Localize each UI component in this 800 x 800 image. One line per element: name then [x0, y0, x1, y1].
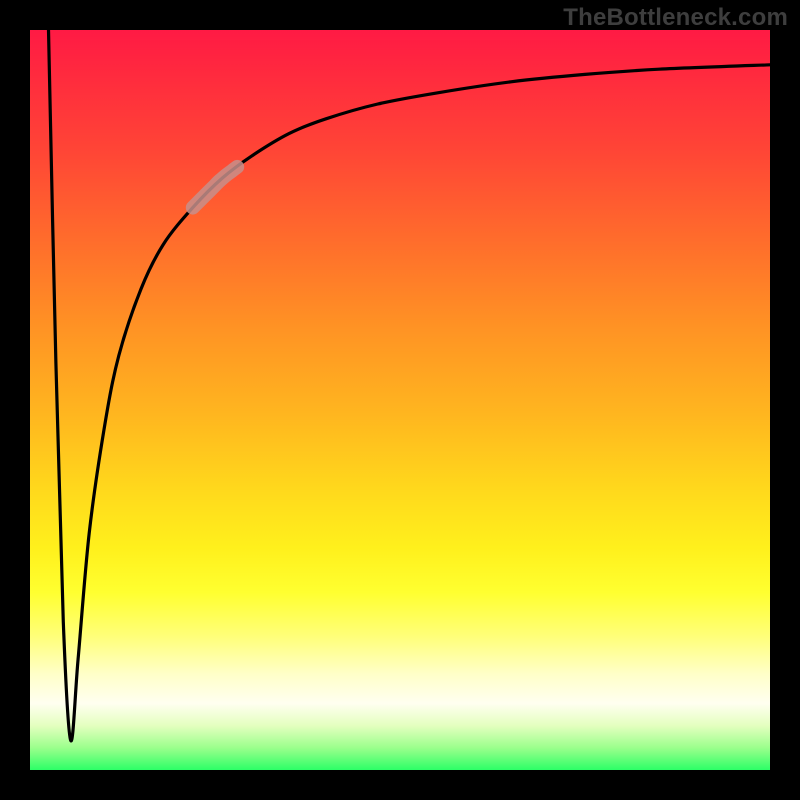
watermark-text: TheBottleneck.com — [563, 4, 788, 32]
curve-layer — [30, 30, 770, 770]
curve-highlight — [193, 167, 237, 208]
plot-area — [30, 30, 770, 770]
bottleneck-curve — [49, 30, 771, 741]
chart-frame: TheBottleneck.com — [0, 0, 800, 800]
